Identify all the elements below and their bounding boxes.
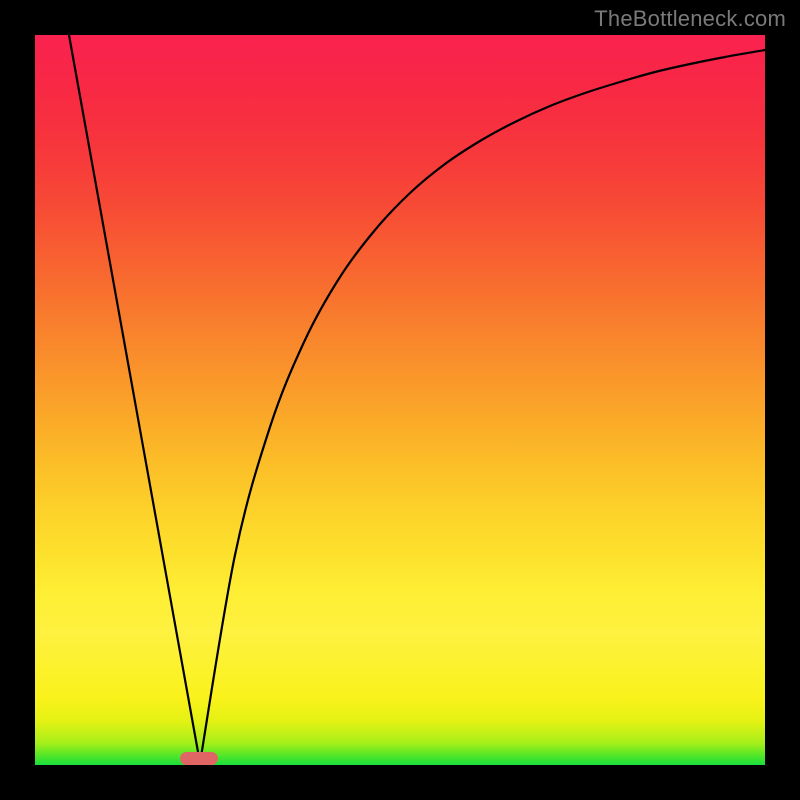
- curve-left-segment: [69, 35, 200, 763]
- plot-area: [35, 35, 765, 765]
- curve-right-segment: [200, 50, 765, 763]
- optimum-marker: [180, 752, 218, 765]
- chart-frame: TheBottleneck.com: [0, 0, 800, 800]
- watermark-text: TheBottleneck.com: [594, 6, 786, 32]
- bottleneck-curve: [35, 35, 765, 765]
